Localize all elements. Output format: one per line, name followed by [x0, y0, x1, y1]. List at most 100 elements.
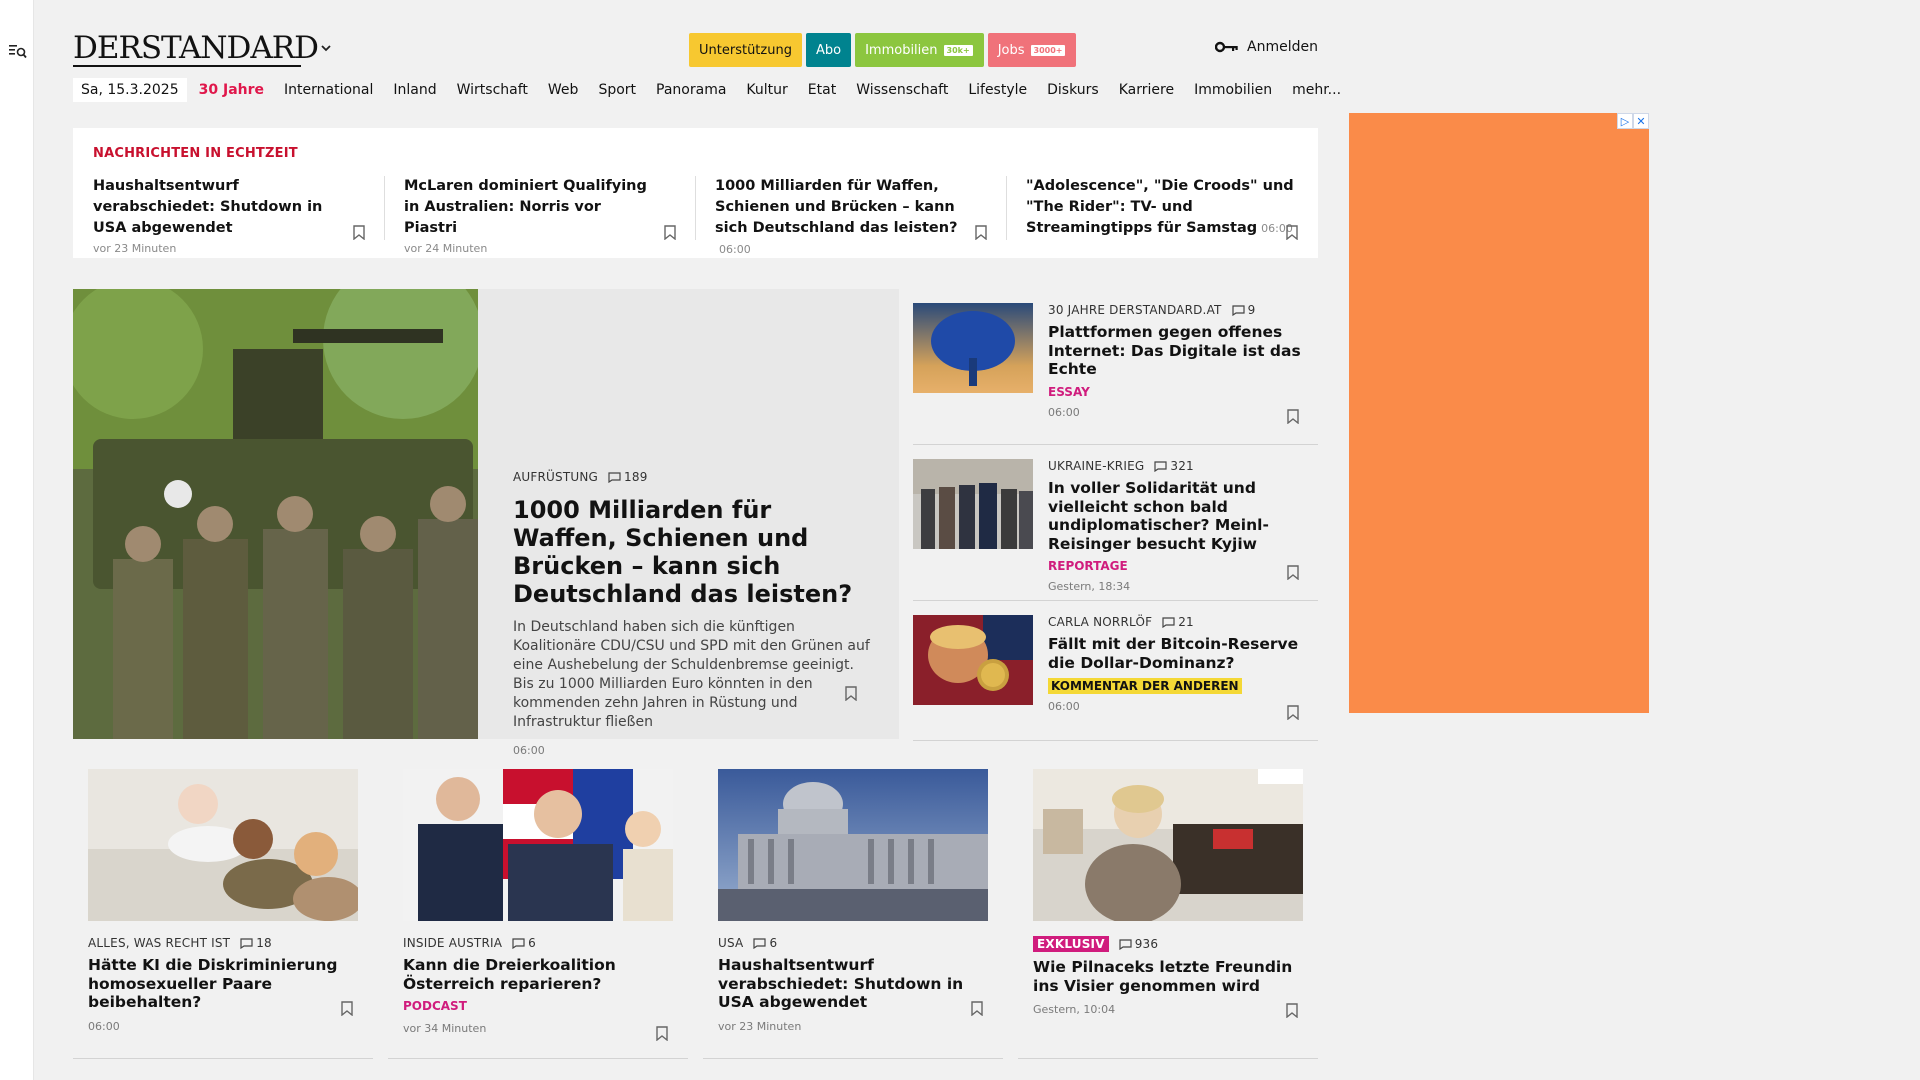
teaser-image[interactable]: [913, 303, 1033, 393]
teaser-kicker: CARLA NORRLÖF 21: [1048, 615, 1313, 629]
ticker-item[interactable]: Haushaltsentwurf verabschiedet: Shutdown…: [93, 176, 343, 255]
card-body: EXKLUSIV 936 Wie Pilnaceks letzte Freund…: [1033, 936, 1303, 1016]
card-kicker: EXKLUSIV 936: [1033, 936, 1303, 952]
advertisement-banner[interactable]: ▷ ✕: [1349, 113, 1649, 713]
nav-item-international[interactable]: International: [284, 82, 373, 98]
teaser-time: 06:00: [1048, 405, 1080, 419]
ticker-time: vor 23 Minuten: [93, 242, 177, 255]
bookmark-icon[interactable]: [656, 1026, 668, 1041]
bookmark-icon[interactable]: [971, 1001, 983, 1016]
side-teaser[interactable]: CARLA NORRLÖF 21 Fällt mit der Bitcoin-R…: [913, 601, 1318, 741]
side-teaser[interactable]: UKRAINE-KRIEG 321 In voller Solidarität …: [913, 445, 1318, 601]
bookmark-icon[interactable]: [1287, 705, 1299, 720]
comment-icon: [512, 937, 525, 949]
ticker-headline: Haushaltsentwurf verabschiedet: Shutdown…: [93, 176, 343, 239]
site-logo[interactable]: DERSTANDARD: [73, 30, 319, 66]
card-title[interactable]: Kann die Dreierkoalition Österreich repa…: [403, 956, 673, 993]
article-card[interactable]: ALLES, WAS RECHT IST 18 Hätte KI die Dis…: [73, 769, 373, 1059]
bookmark-icon[interactable]: [1286, 225, 1298, 240]
comment-count[interactable]: 6: [512, 936, 536, 950]
card-body: INSIDE AUSTRIA 6 Kann die Dreierkoalitio…: [403, 936, 673, 1035]
teaser-title[interactable]: In voller Solidarität und vielleicht sch…: [1048, 479, 1313, 553]
nav-item-sport[interactable]: Sport: [598, 82, 636, 98]
kicker-label: USA: [718, 936, 744, 950]
login-button[interactable]: Anmelden: [1215, 39, 1318, 55]
bookmark-icon[interactable]: [664, 225, 676, 240]
support-button[interactable]: Unterstützung: [689, 33, 802, 67]
chevron-down-icon[interactable]: [319, 41, 333, 55]
bookmark-icon[interactable]: [1286, 1003, 1298, 1018]
card-time: vor 34 Minuten: [403, 1022, 487, 1035]
side-teaser[interactable]: 30 JAHRE DERSTANDARD.AT 9 Plattformen ge…: [913, 289, 1318, 445]
nav-item-inland[interactable]: Inland: [393, 82, 436, 98]
card-image[interactable]: [1033, 769, 1303, 921]
nav-item-diskurs[interactable]: Diskurs: [1047, 82, 1099, 98]
article-card[interactable]: INSIDE AUSTRIA 6 Kann die Dreierkoalitio…: [388, 769, 688, 1059]
ticker-headline: McLaren dominiert Qualifying in Australi…: [404, 176, 654, 239]
card-title[interactable]: Hätte KI die Diskriminierung homosexuell…: [88, 956, 358, 1012]
comment-count[interactable]: 18: [240, 936, 272, 950]
teaser-title[interactable]: Plattformen gegen offenes Internet: Das …: [1048, 323, 1313, 379]
header: DERSTANDARD Unterstützung Abo Immobilien…: [73, 30, 1318, 70]
nav-item-kultur[interactable]: Kultur: [746, 82, 787, 98]
nav-item-etat[interactable]: Etat: [808, 82, 836, 98]
nav-item-immobilien[interactable]: Immobilien: [1194, 82, 1272, 98]
nav-item-web[interactable]: Web: [548, 82, 579, 98]
comment-count[interactable]: 9: [1231, 303, 1256, 317]
ad-close-icon[interactable]: ✕: [1633, 113, 1649, 129]
logo-underline: [73, 65, 301, 67]
bookmark-icon[interactable]: [845, 686, 857, 701]
bookmark-icon[interactable]: [353, 225, 365, 240]
teaser-image[interactable]: [913, 615, 1033, 705]
nav-item-30-jahre[interactable]: 30 Jahre: [199, 82, 264, 98]
ticker-headline: 1000 Milliarden für Waffen, Schienen und…: [715, 176, 975, 260]
nav-item-karriere[interactable]: Karriere: [1119, 82, 1174, 98]
comment-count[interactable]: 189: [608, 470, 648, 484]
kicker-label: INSIDE AUSTRIA: [403, 936, 503, 950]
comment-icon: [1154, 460, 1167, 472]
ticker-time: vor 24 Minuten: [404, 242, 488, 255]
side-teasers: 30 JAHRE DERSTANDARD.AT 9 Plattformen ge…: [913, 289, 1318, 741]
card-title[interactable]: Wie Pilnaceks letzte Freundin ins Visier…: [1033, 958, 1303, 995]
ticker-item[interactable]: 1000 Milliarden für Waffen, Schienen und…: [715, 176, 975, 256]
teaser-title[interactable]: Fällt mit der Bitcoin-Reserve die Dollar…: [1048, 635, 1313, 672]
comment-count[interactable]: 21: [1162, 615, 1194, 629]
abo-button[interactable]: Abo: [805, 33, 852, 67]
bookmark-icon[interactable]: [1287, 565, 1299, 580]
kicker-label: AUFRÜSTUNG: [513, 470, 599, 484]
comment-count[interactable]: 321: [1154, 459, 1194, 473]
nav-item-more[interactable]: mehr...: [1292, 82, 1341, 98]
teaser-time: Gestern, 18:34: [1048, 580, 1131, 593]
comment-icon: [753, 937, 767, 949]
bookmark-icon[interactable]: [975, 225, 987, 240]
lead-article-image[interactable]: [73, 289, 478, 739]
card-image[interactable]: [718, 769, 988, 921]
nav-item-wissenschaft[interactable]: Wissenschaft: [856, 82, 948, 98]
lead-title[interactable]: 1000 Milliarden für Waffen, Schienen und…: [513, 496, 873, 608]
ticker-headline-text: "Adolescence", "Die Croods" und "The Rid…: [1026, 178, 1294, 236]
bookmark-icon[interactable]: [341, 1001, 353, 1016]
ticker-headline: "Adolescence", "Die Croods" und "The Rid…: [1026, 176, 1301, 239]
menu-search-icon[interactable]: [9, 43, 27, 59]
comment-count[interactable]: 6: [753, 936, 777, 950]
comment-count[interactable]: 936: [1119, 937, 1159, 951]
ad-choices-icon[interactable]: ▷: [1617, 113, 1633, 129]
bookmark-icon[interactable]: [1287, 409, 1299, 424]
article-card[interactable]: EXKLUSIV 936 Wie Pilnaceks letzte Freund…: [1018, 769, 1318, 1059]
teaser-image[interactable]: [913, 459, 1033, 549]
ticker-item[interactable]: McLaren dominiert Qualifying in Australi…: [404, 176, 654, 255]
nav-item-panorama[interactable]: Panorama: [656, 82, 726, 98]
card-image[interactable]: [88, 769, 358, 921]
comment-count-value: 9: [1247, 303, 1256, 317]
lead-teaser-text: In Deutschland haben sich die künftigen …: [513, 619, 870, 730]
ticker-item[interactable]: "Adolescence", "Die Croods" und "The Rid…: [1026, 176, 1301, 246]
article-card[interactable]: USA 6 Haushaltsentwurf verabschiedet: Sh…: [703, 769, 1003, 1059]
ticker-headline-text: 1000 Milliarden für Waffen, Schienen und…: [715, 178, 958, 236]
nav-item-lifestyle[interactable]: Lifestyle: [968, 82, 1027, 98]
jobs-button[interactable]: Jobs 3000+: [987, 33, 1077, 67]
card-title[interactable]: Haushaltsentwurf verabschiedet: Shutdown…: [718, 956, 988, 1012]
immobilien-button[interactable]: Immobilien 30k+: [855, 33, 984, 67]
card-image[interactable]: [403, 769, 673, 921]
lead-article[interactable]: AUFRÜSTUNG 189 1000 Milliarden für Waffe…: [73, 289, 899, 757]
nav-item-wirtschaft[interactable]: Wirtschaft: [457, 82, 528, 98]
